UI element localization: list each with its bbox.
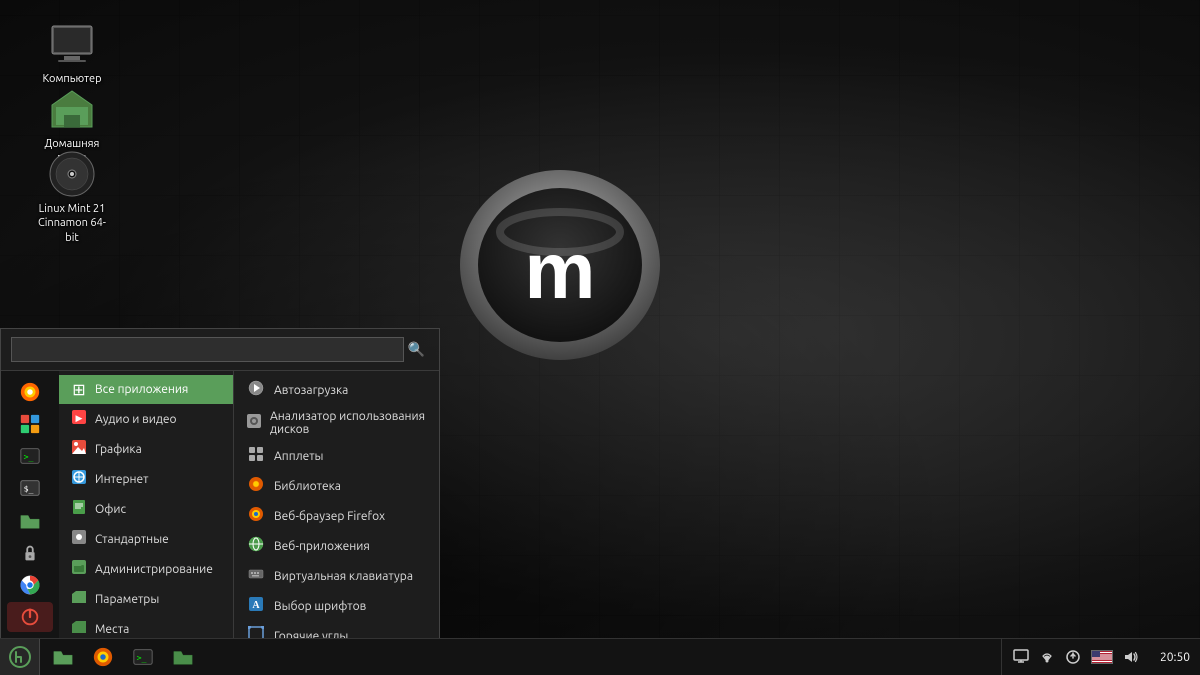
sidebar-btn-files[interactable]	[7, 506, 53, 536]
category-places[interactable]: Места	[59, 614, 233, 638]
menu-apps: Автозагрузка Анализатор использования ди…	[234, 371, 439, 638]
desktop-icon-computer[interactable]: Компьютер	[32, 20, 112, 86]
start-menu: 🔍 >_ $_	[0, 328, 440, 638]
all-apps-icon: ⊞	[69, 380, 89, 399]
admin-icon	[69, 559, 89, 579]
sidebar-btn-software[interactable]	[7, 409, 53, 439]
office-icon	[69, 499, 89, 519]
taskbar-firefox[interactable]	[84, 642, 122, 673]
menu-categories: ⊞ Все приложения ▶ Аудио и видео Графика	[59, 371, 234, 638]
category-settings[interactable]: Параметры	[59, 584, 233, 614]
sidebar-btn-terminal[interactable]: >_	[7, 441, 53, 471]
autostart-icon	[246, 380, 266, 400]
category-office[interactable]: Офис	[59, 494, 233, 524]
tray-language[interactable]	[1088, 648, 1116, 666]
svg-text:▶: ▶	[76, 413, 83, 423]
start-button[interactable]	[0, 639, 40, 675]
app-vkeyboard[interactable]: Виртуальная клавиатура	[234, 561, 439, 591]
category-audio[interactable]: ▶ Аудио и видео	[59, 404, 233, 434]
category-all[interactable]: ⊞ Все приложения	[59, 375, 233, 404]
desktop: m Компьютер Домашняя папка	[0, 0, 1200, 675]
svg-text:m: m	[524, 226, 595, 315]
firefox-icon	[246, 506, 266, 526]
taskbar-apps: >_	[40, 639, 1001, 675]
category-graphics[interactable]: Графика	[59, 434, 233, 464]
mint-icon-label: Linux Mint 21 Cinnamon 64-bit	[32, 202, 112, 245]
hotcorners-icon	[246, 626, 266, 638]
tray-volume[interactable]	[1120, 647, 1142, 667]
graphics-icon	[69, 439, 89, 459]
vkeyboard-icon	[246, 566, 266, 586]
home-folder-icon	[48, 85, 96, 133]
svg-text:A: A	[252, 600, 260, 611]
app-hotcorners[interactable]: Горячие углы	[234, 621, 439, 638]
search-button[interactable]: 🔍	[404, 337, 429, 362]
computer-icon	[48, 20, 96, 68]
svg-text:>_: >_	[24, 452, 34, 462]
tray-update[interactable]	[1062, 647, 1084, 667]
sidebar-btn-firefox[interactable]	[7, 377, 53, 407]
app-autostart[interactable]: Автозагрузка	[234, 375, 439, 405]
system-tray	[1001, 639, 1150, 675]
applets-icon	[246, 446, 266, 466]
category-standard[interactable]: Стандартные	[59, 524, 233, 554]
sidebar-btn-power[interactable]	[7, 602, 53, 632]
tray-network[interactable]	[1036, 647, 1058, 667]
app-webapps[interactable]: Веб-приложения	[234, 531, 439, 561]
disk-analyzer-icon	[246, 413, 262, 433]
taskbar-files[interactable]	[44, 642, 82, 673]
taskbar-folder[interactable]	[164, 642, 202, 673]
sidebar-btn-terminal2[interactable]: $_	[7, 473, 53, 503]
svg-text:>_: >_	[137, 653, 147, 663]
us-flag	[1091, 650, 1113, 664]
menu-content: >_ $_	[1, 371, 439, 638]
app-library[interactable]: Библиотека	[234, 471, 439, 501]
sidebar-btn-lock[interactable]	[7, 538, 53, 568]
webapps-icon	[246, 536, 266, 556]
app-firefox[interactable]: Веб-браузер Firefox	[234, 501, 439, 531]
search-bar: 🔍	[1, 329, 439, 371]
mint-logo: m	[450, 150, 680, 380]
menu-sidebar: >_ $_	[1, 371, 59, 638]
desktop-icon-mint[interactable]: Linux Mint 21 Cinnamon 64-bit	[32, 150, 112, 245]
category-admin[interactable]: Администрирование	[59, 554, 233, 584]
category-internet[interactable]: Интернет	[59, 464, 233, 494]
places-icon	[69, 619, 89, 638]
sidebar-btn-chrome[interactable]	[7, 570, 53, 600]
svg-text:$_: $_	[24, 484, 34, 494]
app-applets[interactable]: Апплеты	[234, 441, 439, 471]
tray-monitor[interactable]	[1010, 647, 1032, 667]
search-input[interactable]	[11, 337, 404, 362]
taskbar-clock[interactable]: 20:50	[1150, 651, 1200, 664]
taskbar: >_	[0, 638, 1200, 675]
standard-icon	[69, 529, 89, 549]
audio-icon: ▶	[69, 409, 89, 429]
library-icon	[246, 476, 266, 496]
app-disk-analyzer[interactable]: Анализатор использования дисков	[234, 405, 439, 441]
app-fonts[interactable]: A Выбор шрифтов	[234, 591, 439, 621]
taskbar-terminal[interactable]: >_	[124, 642, 162, 673]
settings-folder-icon	[69, 589, 89, 609]
disc-icon	[48, 150, 96, 198]
internet-icon	[69, 469, 89, 489]
fonts-icon: A	[246, 596, 266, 616]
